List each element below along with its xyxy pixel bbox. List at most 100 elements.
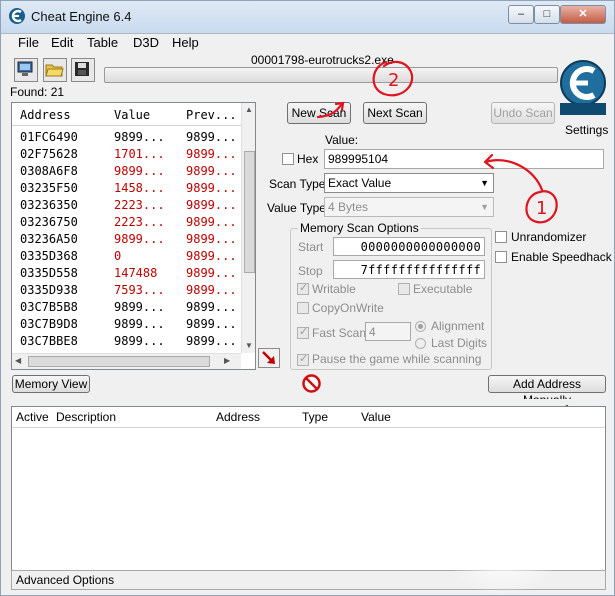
copyonwrite-checkbox[interactable]	[297, 302, 309, 314]
pause-game-label: Pause the game while scanning	[312, 352, 482, 366]
address-list-header: Active Description Address Type Value	[12, 407, 605, 428]
row-value: 2223...	[114, 215, 165, 229]
hex-checkbox[interactable]	[282, 153, 294, 165]
scan-results-list[interactable]: Address Value Prev... 01FC6490 9899... 989…	[11, 102, 256, 370]
floppy-disk-icon	[75, 62, 89, 76]
row-previous: 9899...	[186, 283, 237, 297]
fast-scan-label: Fast Scan	[312, 326, 367, 340]
start-label: Start	[298, 240, 324, 254]
header-previous[interactable]: Prev...	[186, 108, 237, 122]
table-row[interactable]: 02F75628 1701... 9899...	[12, 145, 241, 162]
window-title: Cheat Engine 6.4	[31, 9, 132, 24]
value-input[interactable]: 989995104	[324, 149, 604, 169]
alignment-radio[interactable]	[415, 321, 426, 332]
row-previous: 9899...	[186, 181, 237, 195]
results-horizontal-scrollbar[interactable]: ◀ ▶	[12, 353, 241, 369]
open-process-button[interactable]	[14, 58, 38, 82]
memory-view-button[interactable]: Memory View	[12, 375, 90, 393]
table-row[interactable]: 0335D368 0 9899...	[12, 247, 241, 264]
executable-checkbox[interactable]	[398, 283, 410, 295]
table-row[interactable]: 03C7B9D8 9899... 9899...	[12, 315, 241, 332]
advanced-options-label: Advanced Options	[16, 573, 115, 587]
maximize-button[interactable]: □	[534, 5, 560, 24]
start-address-input[interactable]: 0000000000000000	[333, 237, 485, 256]
splitter[interactable]	[1, 399, 614, 405]
screen-glare	[448, 520, 558, 596]
row-previous: 9899...	[186, 164, 237, 178]
pause-game-checkbox[interactable]	[297, 352, 309, 366]
speedhack-label: Enable Speedhack	[511, 250, 612, 264]
title-bar: Cheat Engine 6.4 – □ ✕	[1, 1, 614, 34]
menu-help[interactable]: Help	[172, 35, 199, 50]
stop-scan-button[interactable]	[302, 374, 321, 393]
alignment-label: Alignment	[431, 319, 485, 333]
cheat-engine-app-icon	[9, 8, 25, 24]
scroll-down-icon[interactable]: ▼	[245, 341, 253, 350]
row-address: 03C7B5B8	[20, 300, 78, 314]
undo-scan-button[interactable]: Undo Scan	[491, 102, 555, 124]
menu-edit[interactable]: Edit	[51, 35, 73, 50]
scroll-up-icon[interactable]: ▲	[245, 105, 253, 114]
table-row[interactable]: 01FC6490 9899... 9899...	[12, 128, 241, 145]
scroll-left-icon[interactable]: ◀	[15, 356, 21, 365]
writable-checkbox[interactable]	[297, 281, 309, 295]
row-address: 0335D368	[20, 249, 78, 263]
header-address[interactable]: Address	[20, 108, 71, 122]
cheat-engine-logo[interactable]	[558, 53, 608, 123]
table-row[interactable]: 0335D938 7593... 9899...	[12, 281, 241, 298]
row-previous: 9899...	[186, 232, 237, 246]
header-value[interactable]: Value	[361, 410, 391, 424]
fast-scan-value-input[interactable]: 4	[365, 322, 411, 341]
row-previous: 9899...	[186, 130, 237, 144]
results-horizontal-thumb[interactable]	[28, 356, 210, 367]
close-button[interactable]: ✕	[560, 5, 606, 24]
fast-scan-checkbox[interactable]	[297, 325, 309, 339]
add-address-manually-button[interactable]: Add Address Manually	[488, 375, 606, 407]
header-address[interactable]: Address	[216, 410, 260, 424]
header-value[interactable]: Value	[114, 108, 150, 122]
minimize-button[interactable]: –	[508, 5, 534, 24]
scroll-right-icon[interactable]: ▶	[224, 356, 230, 365]
menu-d3d[interactable]: D3D	[133, 35, 159, 50]
header-type[interactable]: Type	[302, 410, 328, 424]
next-scan-button[interactable]: Next Scan	[363, 102, 427, 124]
row-previous: 9899...	[186, 147, 237, 161]
table-row[interactable]: 0335D558 147488 9899...	[12, 264, 241, 281]
table-row[interactable]: 03C7B5B8 9899... 9899...	[12, 298, 241, 315]
row-address: 03235F50	[20, 181, 78, 195]
value-type-select[interactable]: 4 Bytes ▼	[324, 197, 494, 217]
table-row[interactable]: 03236750 2223... 9899...	[12, 213, 241, 230]
menu-table[interactable]: Table	[87, 35, 118, 50]
chevron-down-icon: ▼	[480, 178, 489, 188]
speedhack-checkbox[interactable]	[495, 251, 507, 263]
table-row[interactable]: 03C7BBE8 9899... 9899...	[12, 332, 241, 349]
row-address: 02F75628	[20, 147, 78, 161]
open-file-button[interactable]	[43, 58, 67, 82]
table-row[interactable]: 0308A6F8 9899... 9899...	[12, 162, 241, 179]
save-button[interactable]	[71, 58, 95, 82]
unrandomizer-checkbox[interactable]	[495, 231, 507, 243]
results-vertical-thumb[interactable]	[244, 151, 255, 273]
header-description[interactable]: Description	[56, 410, 116, 424]
row-value: 9899...	[114, 232, 165, 246]
scan-type-select[interactable]: Exact Value ▼	[324, 173, 494, 193]
copyonwrite-label: CopyOnWrite	[312, 301, 384, 315]
table-row[interactable]: 03236A50 9899... 9899...	[12, 230, 241, 247]
table-row[interactable]: 03236350 2223... 9899...	[12, 196, 241, 213]
last-digits-radio[interactable]	[415, 338, 426, 349]
stop-address-input[interactable]: 7fffffffffffffff	[333, 260, 485, 279]
settings-label[interactable]: Settings	[565, 123, 608, 137]
row-value: 147488	[114, 266, 158, 280]
row-address: 0335D938	[20, 283, 78, 297]
results-vertical-scrollbar[interactable]: ▲ ▼	[241, 103, 255, 353]
new-scan-button[interactable]: New Scan	[287, 102, 351, 124]
menu-file[interactable]: File	[18, 35, 39, 50]
chevron-down-icon: ▼	[480, 202, 489, 212]
add-selected-to-list-button[interactable]	[258, 348, 280, 368]
row-value: 0	[114, 249, 122, 263]
table-row[interactable]: 03235F50 1458... 9899...	[12, 179, 241, 196]
row-previous: 9899...	[186, 198, 237, 212]
folder-open-icon	[45, 64, 64, 77]
header-active[interactable]: Active	[16, 410, 49, 424]
memory-scan-options-title: Memory Scan Options	[298, 221, 421, 235]
